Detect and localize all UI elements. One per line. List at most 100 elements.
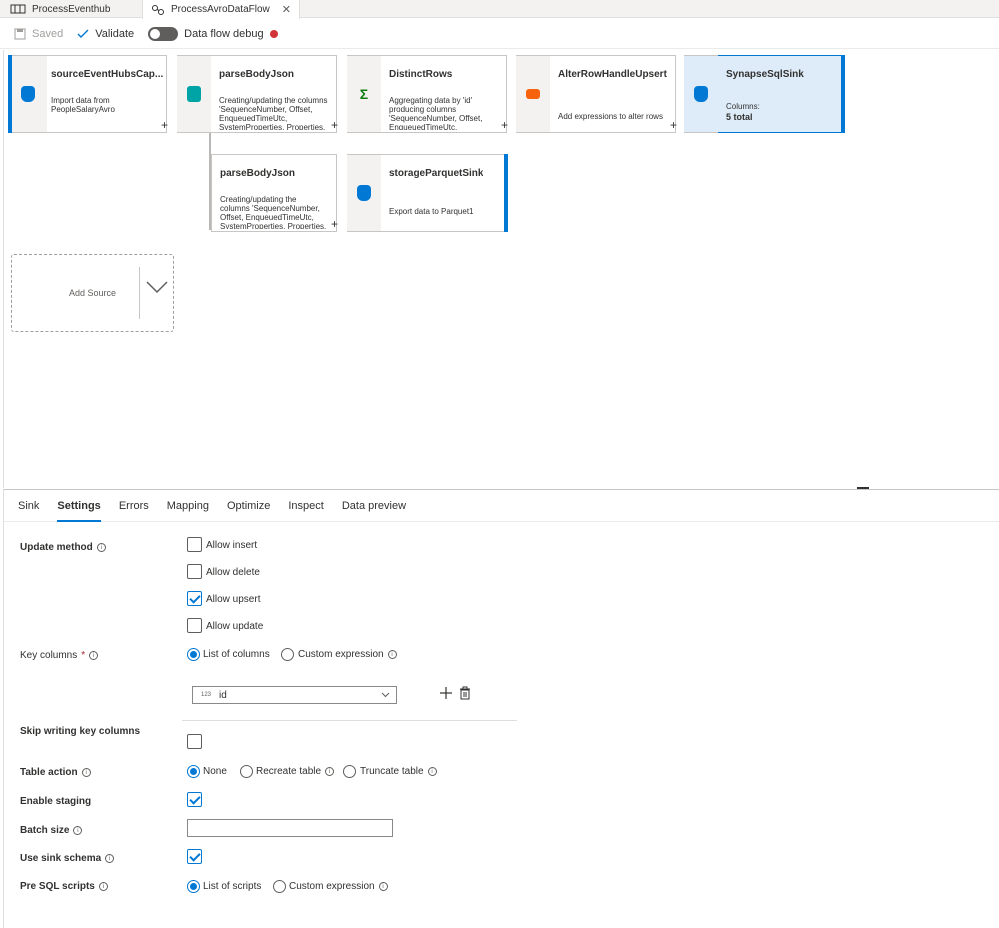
enable-staging-checkbox[interactable] (187, 792, 202, 807)
info-icon[interactable]: i (325, 767, 335, 776)
truncate-table-radio[interactable] (343, 765, 356, 778)
key-column-value: id (219, 689, 227, 701)
node-description: Creating/updating the columns 'SequenceN… (219, 96, 328, 130)
custom-expression-radio[interactable] (281, 648, 294, 661)
info-icon[interactable]: i (89, 651, 99, 660)
add-transform-icon[interactable]: + (501, 118, 508, 132)
parse2-node[interactable]: parseBodyJson Creating/updating the colu… (211, 154, 338, 232)
key-column-select[interactable]: 123 id (192, 686, 397, 704)
tab-settings[interactable]: Settings (57, 490, 102, 522)
node-title: parseBodyJson (219, 69, 295, 80)
info-icon[interactable]: i (96, 543, 106, 552)
batch-size-label: Batch size i (20, 825, 83, 836)
allow-update-label: Allow update (206, 621, 264, 632)
use-sink-schema-checkbox[interactable] (187, 849, 202, 864)
node-description: Creating/updating the columns 'SequenceN… (220, 195, 327, 229)
source-database-icon (21, 86, 35, 102)
tab-label: ProcessEventhub (32, 3, 111, 15)
sqlsink-node[interactable]: SynapseSqlSink Columns: 5 total (718, 55, 845, 133)
add-icon[interactable] (439, 686, 453, 700)
parquet-node[interactable]: storageParquetSink Export data to Parque… (381, 154, 508, 232)
add-transform-icon[interactable]: + (331, 118, 338, 132)
node-description: Import data from PeopleSalaryAvro (51, 96, 115, 114)
custom-expression-label: Custom expression (298, 649, 384, 660)
debug-toggle[interactable]: Data flow debug (148, 26, 278, 41)
distinct-node[interactable]: DistinctRows Aggregating data by 'id' pr… (381, 55, 508, 133)
tab-processeventhub[interactable]: ProcessEventhub (2, 0, 118, 18)
node-title: AlterRowHandleUpsert (558, 69, 667, 80)
tab-data-preview[interactable]: Data preview (342, 490, 406, 522)
pipeline-icon (10, 4, 26, 14)
parquet-database-icon (357, 185, 371, 201)
custom-expression-sql-wrap: Custom expression i (289, 881, 388, 892)
close-icon[interactable]: ✕ (282, 3, 291, 16)
batch-size-input[interactable] (187, 819, 393, 837)
add-transform-icon[interactable]: + (161, 118, 168, 132)
parse1-icon-box[interactable] (177, 55, 211, 133)
tab-sink[interactable]: Sink (18, 490, 39, 522)
source-icon-box[interactable] (9, 55, 47, 133)
label-text: Skip writing key columns (20, 726, 141, 737)
tab-bar: ProcessEventhub ProcessAvroDataFlow ✕ (0, 0, 999, 19)
node-description: Export data to Parquet1 (389, 207, 474, 216)
debug-status-dot (269, 29, 278, 38)
add-transform-icon[interactable]: + (331, 217, 338, 231)
info-icon[interactable]: i (387, 650, 397, 659)
update-method-label: Update method i (20, 542, 106, 553)
panel-tabs: Sink Settings Errors Mapping Optimize In… (4, 490, 999, 522)
list-of-scripts-radio[interactable] (187, 880, 200, 893)
info-icon[interactable]: i (378, 882, 388, 891)
allow-insert-checkbox[interactable] (187, 537, 202, 552)
info-icon[interactable]: i (427, 767, 437, 776)
integer-type-icon: 123 (201, 692, 212, 698)
add-source-button[interactable]: Add Source (11, 254, 174, 332)
info-icon[interactable]: i (105, 854, 115, 863)
toggle-switch[interactable] (148, 26, 179, 41)
custom-expression-sql-radio[interactable] (273, 880, 286, 893)
list-of-columns-radio[interactable] (187, 648, 200, 661)
chevron-down-icon[interactable] (144, 277, 170, 297)
label-text: Update method (20, 542, 93, 553)
saved-button[interactable]: Saved (14, 28, 63, 40)
source-node[interactable]: sourceEventHubsCap... Import data from P… (47, 55, 168, 133)
distinct-icon-box[interactable]: Σ (347, 55, 381, 133)
minimize-icon[interactable] (857, 487, 869, 489)
parquet-icon-box[interactable] (347, 154, 381, 232)
info-icon[interactable]: i (73, 826, 83, 835)
add-transform-icon[interactable]: + (670, 118, 677, 132)
save-icon (14, 28, 26, 39)
recreate-table-label: Recreate table (256, 766, 322, 777)
none-radio[interactable] (187, 765, 200, 778)
alter-icon-box[interactable] (516, 55, 550, 133)
enable-staging-label: Enable staging (20, 796, 91, 807)
columns-value: 5 total (726, 112, 753, 122)
label-text: Enable staging (20, 796, 92, 807)
validate-label: Validate (95, 27, 135, 40)
node-title: SynapseSqlSink (726, 69, 804, 80)
divider (182, 720, 517, 721)
allow-upsert-checkbox[interactable] (187, 591, 202, 606)
tab-errors[interactable]: Errors (119, 490, 149, 522)
allow-update-checkbox[interactable] (187, 618, 202, 633)
node-title: storageParquetSink (389, 168, 484, 179)
recreate-table-radio[interactable] (240, 765, 253, 778)
info-icon[interactable]: i (98, 882, 108, 891)
tab-inspect[interactable]: Inspect (288, 490, 323, 522)
tab-mapping[interactable]: Mapping (167, 490, 209, 522)
alter-node[interactable]: AlterRowHandleUpsert Add expressions to … (550, 55, 677, 133)
parse1-node[interactable]: parseBodyJson Creating/updating the colu… (211, 55, 338, 133)
list-of-columns-label: List of columns (203, 649, 270, 660)
allow-delete-checkbox[interactable] (187, 564, 202, 579)
parse-icon (187, 86, 201, 102)
dataflow-canvas[interactable]: sourceEventHubsCap... Import data from P… (3, 50, 999, 488)
tab-optimize[interactable]: Optimize (227, 490, 270, 522)
delete-icon[interactable] (459, 686, 471, 700)
tab-processavrodataflow[interactable]: ProcessAvroDataFlow ✕ (142, 0, 300, 19)
validate-button[interactable]: Validate (77, 28, 134, 40)
skip-writing-checkbox[interactable] (187, 734, 202, 749)
allow-delete-label: Allow delete (206, 567, 260, 578)
label-text: Key columns (20, 650, 78, 661)
sqlsink-icon-box[interactable] (684, 55, 718, 133)
info-icon[interactable]: i (81, 768, 91, 777)
custom-expression-label-wrap: Custom expression i (298, 649, 397, 660)
